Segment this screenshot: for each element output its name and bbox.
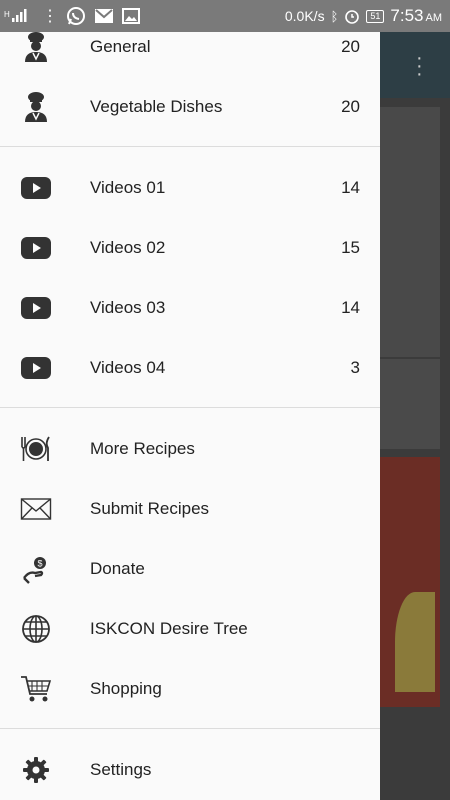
envelope-icon (18, 491, 54, 527)
drawer-item-more-recipes[interactable]: More Recipes (0, 419, 380, 479)
drawer-item-label: Videos 01 (90, 178, 166, 197)
drawer-item-videos-02[interactable]: Videos 02 15 (0, 218, 380, 278)
drawer-item-iskcon-desire-tree[interactable]: ISKCON Desire Tree (0, 599, 380, 659)
globe-icon (18, 611, 54, 647)
drawer-item-shopping[interactable]: Shopping (0, 659, 380, 719)
background-toolbar (380, 32, 450, 98)
navigation-drawer: General 20 Vegetable Dishes 20 Videos 01… (0, 32, 380, 800)
drawer-item-count: 20 (341, 37, 360, 56)
youtube-play-icon (18, 170, 54, 206)
drawer-item-label: Videos 04 (90, 358, 166, 377)
gear-icon (18, 752, 54, 788)
clock: 7:53 AM (390, 6, 442, 25)
whatsapp-icon (66, 6, 86, 26)
alarm-icon (344, 8, 360, 24)
drawer-item-count: 3 (350, 358, 360, 377)
battery-indicator: 51 (366, 9, 385, 23)
drawer-item-count: 14 (341, 178, 360, 197)
drawer-item-label: Settings (90, 760, 152, 779)
chef-icon (18, 89, 54, 125)
youtube-play-icon (18, 350, 54, 386)
drawer-item-label: Videos 02 (90, 238, 166, 257)
chef-icon (18, 32, 54, 65)
background-recipe-detail (395, 592, 435, 692)
overflow-menu-icon: · · · (416, 47, 423, 85)
drawer-item-vegetable-dishes[interactable]: Vegetable Dishes 20 (0, 77, 380, 137)
drawer-item-submit-recipes[interactable]: Submit Recipes (0, 479, 380, 539)
bluetooth-icon: ᛒ (330, 8, 339, 24)
divider (0, 728, 380, 729)
drawer-item-label: Videos 03 (90, 298, 166, 317)
signal-icon: H (4, 8, 34, 24)
svg-text:$: $ (38, 559, 43, 569)
drawer-item-general[interactable]: General 20 (0, 32, 380, 77)
svg-text:H: H (4, 10, 10, 19)
status-bar: H ⋮ 0.0K/s ᛒ 51 7:53 AM (0, 0, 450, 32)
youtube-play-icon (18, 290, 54, 326)
shopping-cart-icon (18, 671, 54, 707)
gmail-icon (94, 8, 114, 24)
youtube-play-icon (18, 230, 54, 266)
background-recipe-image (380, 107, 440, 357)
drawer-item-videos-03[interactable]: Videos 03 14 (0, 278, 380, 338)
drawer-item-label: General (90, 37, 151, 56)
drawer-item-label: ISKCON Desire Tree (90, 619, 248, 638)
divider (0, 146, 380, 147)
plate-cutlery-icon (18, 431, 54, 467)
drawer-item-label: Submit Recipes (90, 499, 210, 518)
drawer-item-count: 15 (341, 238, 360, 257)
drawer-item-donate[interactable]: $ Donate (0, 539, 380, 599)
background-card-footer (380, 359, 440, 449)
image-icon (122, 8, 140, 24)
network-speed: 0.0K/s (284, 8, 325, 24)
drawer-item-label: Vegetable Dishes (90, 97, 223, 116)
drawer-item-settings[interactable]: Settings (0, 740, 380, 800)
donate-hand-icon: $ (18, 551, 54, 587)
drawer-item-label: Donate (90, 559, 145, 578)
divider (0, 407, 380, 408)
more-notifications-icon: ⋮ (42, 8, 58, 25)
drawer-item-videos-04[interactable]: Videos 04 3 (0, 338, 380, 398)
drawer-item-count: 14 (341, 298, 360, 317)
drawer-item-count: 20 (341, 97, 360, 116)
drawer-item-videos-01[interactable]: Videos 01 14 (0, 158, 380, 218)
drawer-item-label: Shopping (90, 679, 162, 698)
drawer-item-label: More Recipes (90, 439, 195, 458)
